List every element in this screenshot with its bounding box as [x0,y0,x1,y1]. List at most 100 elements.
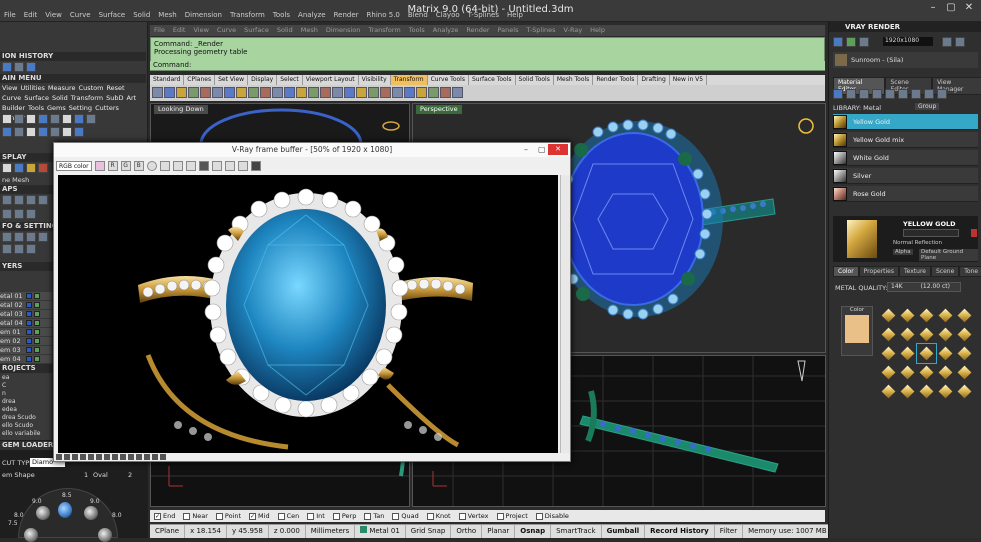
menu-item-transform[interactable]: Transform [226,11,269,19]
tab-set-view[interactable]: Set View [215,75,249,85]
gold-variant-swatch[interactable] [955,363,974,382]
checkbox-icon[interactable] [183,512,191,520]
display-icon[interactable] [14,163,24,173]
property-tab-texture[interactable]: Texture [899,266,931,277]
toolbar-tool-icon[interactable] [284,87,295,98]
toolbar-tool-icon[interactable] [188,87,199,98]
status-cplane[interactable]: CPlane [150,525,186,538]
gold-variant-swatch[interactable] [917,382,936,401]
toolbar-tool-icon[interactable] [416,87,427,98]
snap-icon[interactable] [38,195,48,205]
tool-icon[interactable] [38,114,48,124]
gold-variant-swatch[interactable] [879,382,898,401]
checkbox-icon[interactable] [364,512,372,520]
tool-icon[interactable] [2,114,12,124]
toolbar-tool-icon[interactable] [212,87,223,98]
gold-variant-swatch[interactable] [955,306,974,325]
info-icon[interactable] [14,244,24,254]
material-tool-icon[interactable] [898,89,908,99]
main-menu-item-gems[interactable]: Gems [47,104,69,112]
info-icon[interactable] [26,232,36,242]
osnap-project[interactable]: Project [496,512,528,520]
toolbar-tool-icon[interactable] [344,87,355,98]
tab-curve-tools[interactable]: Curve Tools [428,75,469,85]
main-menu-item-curve[interactable]: Curve [2,94,24,102]
layer-visible-icon[interactable] [34,311,40,317]
project-item[interactable]: ello variabile [2,430,50,438]
checkbox-icon[interactable] [215,512,223,520]
layer-row[interactable]: etal 04 [0,319,52,327]
tool-icon[interactable] [50,114,60,124]
command-prompt[interactable]: Command: [150,61,825,71]
menu-item-curve[interactable]: Curve [66,11,95,19]
toolbar-tool-icon[interactable] [308,87,319,98]
lens-icon[interactable] [237,161,248,171]
resolution-select[interactable]: 1920x1080 [883,37,933,46]
record-history-toggle[interactable]: Record History [645,525,715,538]
layer-color-icon[interactable] [26,338,32,344]
tab-render-tools[interactable]: Render Tools [593,75,639,85]
rhino-menu-item-dimension[interactable]: Dimension [322,26,365,34]
layer-visible-icon[interactable] [34,356,40,362]
checkbox-icon[interactable] [307,512,315,520]
tab-visibility[interactable]: Visibility [359,75,391,85]
vfb-tool-icon[interactable] [96,454,102,460]
vfb-tool-icon[interactable] [128,454,134,460]
save-icon[interactable] [159,161,170,171]
osnap-disable[interactable]: Disable [535,512,569,520]
project-item[interactable]: n [2,390,50,398]
material-item[interactable]: Yellow Gold mix [833,132,978,148]
main-menu-item-view[interactable]: View [2,84,20,92]
osnap-near[interactable]: Near [183,512,208,520]
rhino-menu-item-panels[interactable]: Panels [494,26,523,34]
info-icon[interactable] [26,244,36,254]
viewport-top[interactable]: Looking Down [150,103,410,143]
vfb-maximize-button[interactable]: ▢ [538,145,546,154]
vfb-tool-icon[interactable] [152,454,158,460]
tab-standard[interactable]: Standard [150,75,185,85]
snap-icon[interactable] [26,195,36,205]
status-layer[interactable]: Metal 01 [355,525,406,538]
gold-variant-swatch[interactable] [917,306,936,325]
main-menu-item-builder[interactable]: Builder [2,104,28,112]
osnap-point[interactable]: Point [215,512,241,520]
help-icon[interactable] [955,37,965,47]
property-tab-properties[interactable]: Properties [858,266,899,277]
toolbar-tool-icon[interactable] [368,87,379,98]
project-item[interactable]: drea Scudo [2,414,50,422]
layer-row[interactable]: etal 01 [0,292,52,300]
layer-row[interactable]: em 04 [0,355,52,363]
osnap-int[interactable]: Int [307,512,325,520]
tool-icon[interactable] [2,127,12,137]
toolbar-tool-icon[interactable] [164,87,175,98]
green-channel-button[interactable]: G [120,161,131,171]
vfb-tool-icon[interactable] [56,454,62,460]
main-menu-item-surface[interactable]: Surface [24,94,52,102]
interactive-render-icon[interactable] [846,37,856,47]
menu-item-help[interactable]: Help [503,11,527,19]
filter-toggle[interactable]: Filter [715,525,744,538]
render-button-icon[interactable] [833,37,843,47]
checkbox-icon[interactable] [496,512,504,520]
gold-variant-swatch[interactable] [955,325,974,344]
track-icon[interactable] [224,161,235,171]
layer-visible-icon[interactable] [34,302,40,308]
gem-oval-icon[interactable] [58,502,72,518]
rhino-menu-item-tools[interactable]: Tools [405,26,429,34]
render-icon[interactable] [198,161,209,171]
layer-visible-icon[interactable] [34,293,40,299]
layer-visible-icon[interactable] [34,338,40,344]
toolbar-tool-icon[interactable] [224,87,235,98]
vfb-tool-icon[interactable] [80,454,86,460]
rhino-menu-item-t-splines[interactable]: T-Splines [522,26,559,34]
rhino-menu-item-mesh[interactable]: Mesh [297,26,322,34]
main-menu-item-setting[interactable]: Setting [69,104,95,112]
layer-visible-icon[interactable] [34,320,40,326]
rhino-menu-item-solid[interactable]: Solid [273,26,297,34]
toolbar-tool-icon[interactable] [296,87,307,98]
material-tool-icon[interactable] [859,89,869,99]
tool-icon[interactable] [62,114,72,124]
main-menu-item-art[interactable]: Art [127,94,140,102]
display-icon[interactable] [38,163,48,173]
rhino-menu-item-analyze[interactable]: Analyze [429,26,463,34]
